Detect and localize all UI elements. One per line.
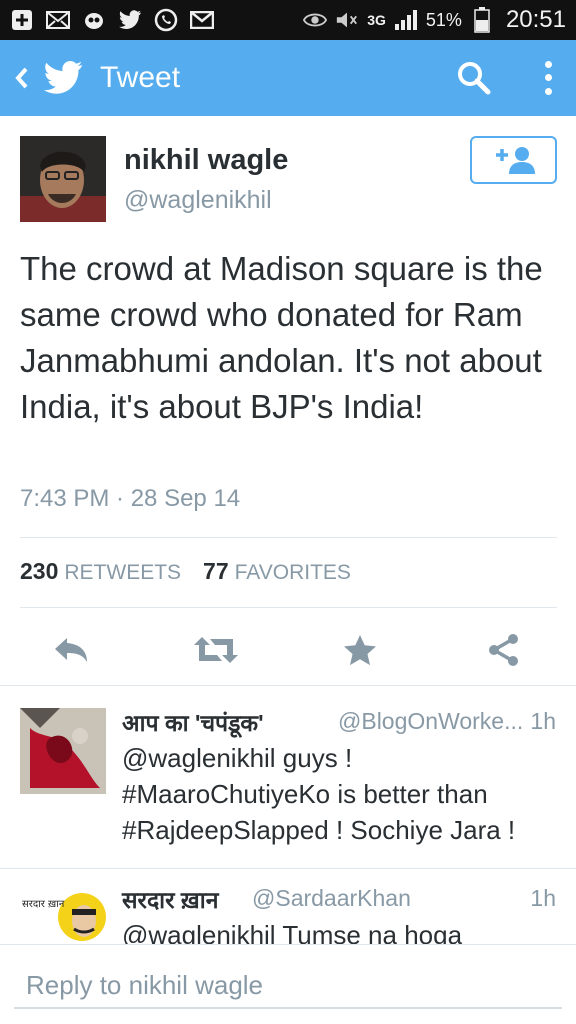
menu-dot-icon bbox=[544, 61, 552, 69]
reply-author-name[interactable]: आप का 'चपंडूक' bbox=[122, 706, 264, 738]
share-icon bbox=[489, 634, 518, 666]
add-icon bbox=[10, 9, 34, 31]
status-bar: 3G 51% 20:51 bbox=[0, 0, 576, 40]
list-item[interactable]: सरदार ख़ान सरदार ख़ान @SardaarKhan 1h @w… bbox=[0, 869, 576, 944]
add-user-icon bbox=[495, 147, 535, 174]
network-type: 3G bbox=[367, 12, 386, 28]
reply-author-handle[interactable]: @SardaarKhan bbox=[252, 885, 411, 912]
favorite-button[interactable] bbox=[336, 626, 384, 674]
search-button[interactable] bbox=[452, 58, 496, 98]
reply-button[interactable] bbox=[48, 626, 96, 674]
tweet-stats: 230 RETWEETS 77 FAVORITES bbox=[20, 558, 373, 585]
tweet-text: The crowd at Madison square is the same … bbox=[20, 250, 543, 425]
search-icon bbox=[458, 62, 491, 95]
reply-avatar-image bbox=[20, 708, 106, 794]
tweet-timestamp: 7:43 PM · 28 Sep 14 bbox=[20, 485, 241, 512]
twitter-logo-icon bbox=[42, 58, 86, 98]
reply-input[interactable] bbox=[14, 963, 562, 1009]
back-button[interactable] bbox=[6, 40, 38, 116]
whatsapp-icon bbox=[154, 8, 178, 32]
reply-text: @waglenikhil Tumse na hoga bbox=[122, 920, 463, 944]
reply-author-name[interactable]: सरदार ख़ान bbox=[122, 883, 218, 915]
page-title: Tweet bbox=[100, 61, 181, 94]
clock: 20:51 bbox=[505, 6, 566, 33]
menu-dot-icon bbox=[544, 74, 552, 82]
reply-author-handle[interactable]: @BlogOnWorke... bbox=[338, 708, 523, 735]
hike-icon bbox=[82, 9, 106, 31]
retweet-icon bbox=[194, 637, 238, 663]
mute-icon bbox=[335, 9, 359, 31]
author-handle[interactable]: @waglenikhil bbox=[124, 186, 272, 215]
battery-icon bbox=[470, 7, 494, 33]
favorite-count[interactable]: 77 bbox=[203, 558, 229, 585]
author-name[interactable]: nikhil wagle bbox=[124, 144, 288, 177]
battery-percent: 51% bbox=[425, 9, 462, 30]
app-bar: Tweet bbox=[0, 40, 576, 116]
divider bbox=[20, 607, 557, 608]
reply-time: 1h bbox=[530, 708, 556, 734]
menu-dot-icon bbox=[544, 87, 552, 95]
divider bbox=[20, 537, 557, 538]
share-button[interactable] bbox=[480, 626, 528, 674]
mail-icon bbox=[46, 9, 70, 31]
eye-icon bbox=[303, 9, 328, 31]
profile-photo bbox=[20, 136, 106, 222]
follow-button[interactable] bbox=[470, 136, 557, 184]
list-item[interactable]: आप का 'चपंडूक' @BlogOnWorke... 1h @wagle… bbox=[0, 686, 576, 868]
reply-avatar-image: सरदार ख़ान bbox=[20, 887, 106, 944]
reply-text: @waglenikhil guys ! #MaaroChutiyeKo is b… bbox=[122, 743, 516, 845]
tweet-actions bbox=[0, 620, 576, 680]
avatar-caption: सरदार ख़ान bbox=[22, 899, 65, 910]
retweet-button[interactable] bbox=[192, 626, 240, 674]
favorite-label[interactable]: FAVORITES bbox=[235, 561, 351, 585]
avatar[interactable] bbox=[20, 136, 106, 222]
twitter-icon bbox=[118, 9, 142, 31]
chevron-left-icon bbox=[15, 67, 28, 89]
gmail-icon bbox=[190, 9, 214, 31]
overflow-menu-button[interactable] bbox=[534, 54, 562, 102]
reply-bar bbox=[0, 944, 576, 1024]
reply-icon bbox=[55, 638, 87, 662]
retweet-count[interactable]: 230 bbox=[20, 558, 58, 585]
reply-avatar[interactable] bbox=[20, 708, 106, 794]
reply-time: 1h bbox=[530, 885, 556, 911]
reply-avatar[interactable]: सरदार ख़ान bbox=[20, 887, 106, 944]
signal-icon bbox=[394, 9, 418, 31]
star-icon bbox=[344, 635, 376, 666]
retweet-label[interactable]: RETWEETS bbox=[64, 561, 181, 585]
